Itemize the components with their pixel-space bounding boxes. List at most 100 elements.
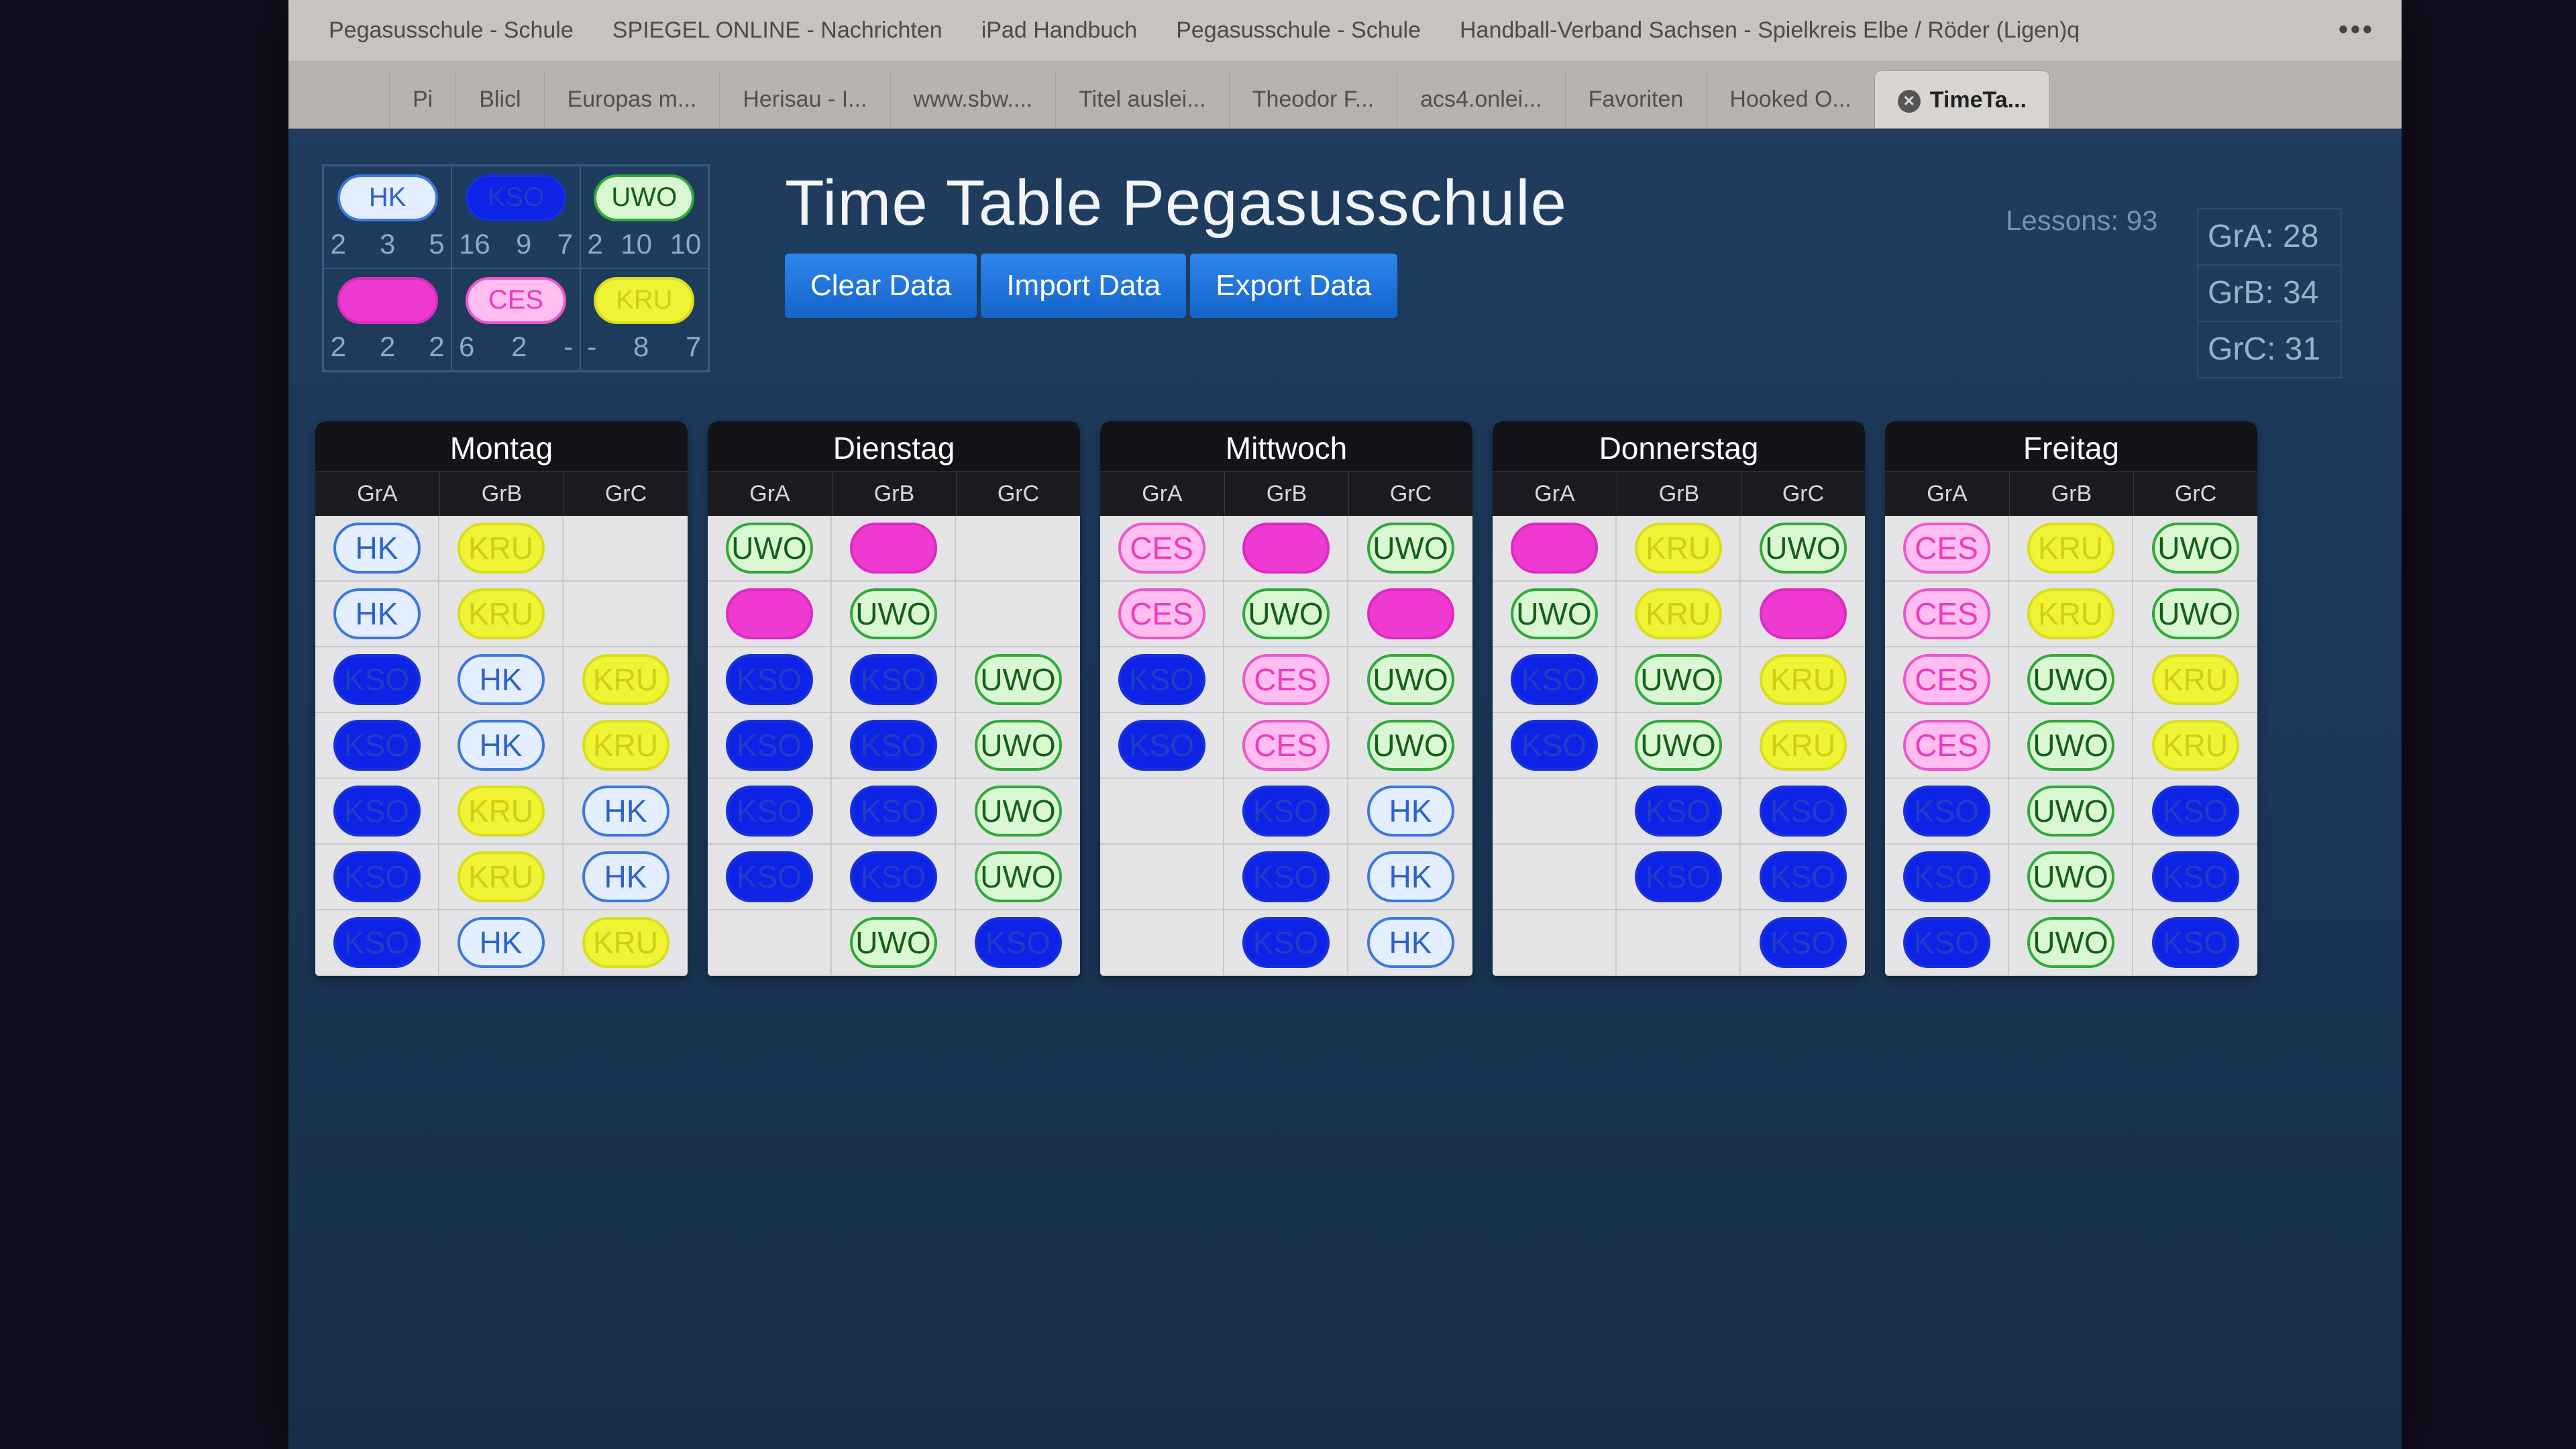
lesson-slot[interactable] [564, 582, 688, 647]
lesson-slot[interactable]: CES [1100, 516, 1224, 582]
lesson-pill[interactable]: UWO [2151, 588, 2239, 639]
browser-tab[interactable]: acs4.onlei... [1397, 70, 1564, 128]
lesson-slot[interactable]: KSO [832, 647, 956, 713]
lesson-slot[interactable]: KSO [1741, 779, 1865, 845]
lesson-pill[interactable]: UWO [2027, 786, 2114, 837]
lesson-slot[interactable]: HK [439, 647, 564, 713]
lesson-slot[interactable]: HK [315, 582, 439, 647]
legend-subject-pill[interactable]: KSO [465, 174, 566, 221]
lesson-slot[interactable]: CES [1224, 713, 1348, 779]
lesson-pill[interactable]: UWO [1366, 654, 1454, 705]
lesson-slot[interactable]: KRU [1617, 516, 1741, 582]
lesson-slot[interactable]: KSO [315, 647, 439, 713]
lesson-slot[interactable]: UWO [1348, 516, 1472, 582]
lesson-slot[interactable]: KSO [708, 647, 832, 713]
lesson-slot[interactable] [956, 582, 1080, 647]
lesson-slot[interactable]: UWO [2009, 845, 2133, 910]
lesson-pill[interactable]: KSO [849, 851, 937, 902]
lesson-pill[interactable]: KRU [457, 588, 545, 639]
lesson-slot[interactable]: CES [1885, 516, 2009, 582]
lesson-pill[interactable]: UWO [974, 851, 1062, 902]
lesson-pill[interactable]: UWO [1242, 588, 1330, 639]
lesson-slot[interactable]: KRU [564, 647, 688, 713]
bookmark-link[interactable]: iPad Handbuch [981, 17, 1138, 44]
lesson-slot[interactable]: UWO [1224, 582, 1348, 647]
legend-subject-pill[interactable]: CES [465, 276, 566, 324]
lesson-pill[interactable]: UWO [1366, 523, 1454, 574]
legend-subject-pill[interactable]: HK [337, 174, 438, 221]
lesson-slot[interactable]: KRU [1617, 582, 1741, 647]
bookmark-link[interactable]: Handball-Verband Sachsen - Spielkreis El… [1460, 17, 2080, 44]
lesson-pill[interactable] [1242, 523, 1330, 574]
lesson-slot[interactable]: UWO [2009, 647, 2133, 713]
import-data-button[interactable]: Import Data [981, 254, 1187, 318]
lesson-slot[interactable]: UWO [708, 516, 832, 582]
lesson-pill[interactable]: KSO [849, 720, 937, 771]
lesson-slot[interactable] [1100, 910, 1224, 976]
lesson-slot[interactable]: KSO [1493, 713, 1617, 779]
lesson-pill[interactable]: KRU [1759, 654, 1847, 705]
lesson-pill[interactable]: UWO [849, 588, 937, 639]
lesson-slot[interactable] [1100, 845, 1224, 910]
more-icon[interactable]: ••• [2339, 15, 2375, 45]
lesson-pill[interactable]: HK [457, 720, 545, 771]
lesson-pill[interactable]: CES [1902, 523, 1990, 574]
lesson-pill[interactable]: UWO [2027, 917, 2114, 968]
lesson-pill[interactable]: KSO [1510, 654, 1598, 705]
lesson-slot[interactable]: KRU [564, 910, 688, 976]
lesson-slot[interactable]: UWO [2009, 779, 2133, 845]
lesson-pill[interactable]: KSO [849, 786, 937, 837]
lesson-slot[interactable]: KSO [315, 910, 439, 976]
lesson-pill[interactable]: CES [1118, 523, 1205, 574]
lesson-slot[interactable]: UWO [2133, 516, 2257, 582]
browser-tab[interactable]: www.sbw.... [890, 70, 1056, 128]
lesson-slot[interactable]: KSO [708, 779, 832, 845]
lesson-slot[interactable]: UWO [2009, 910, 2133, 976]
browser-tab[interactable]: Hooked O... [1706, 70, 1874, 128]
clear-data-button[interactable]: Clear Data [785, 254, 977, 318]
lesson-slot[interactable]: CES [1885, 713, 2009, 779]
lesson-pill[interactable]: UWO [974, 786, 1062, 837]
browser-tab[interactable]: Titel auslei... [1055, 70, 1229, 128]
lesson-pill[interactable]: UWO [1366, 720, 1454, 771]
bookmark-link[interactable]: Pegasusschule - Schule [329, 17, 574, 44]
export-data-button[interactable]: Export Data [1190, 254, 1397, 318]
lesson-pill[interactable]: UWO [1634, 654, 1722, 705]
lesson-slot[interactable]: KRU [439, 845, 564, 910]
lesson-slot[interactable]: HK [439, 713, 564, 779]
lesson-slot[interactable]: KSO [1885, 779, 2009, 845]
lesson-slot[interactable]: UWO [1348, 647, 1472, 713]
legend-subject-pill[interactable]: UWO [594, 174, 695, 221]
lesson-pill[interactable]: UWO [1510, 588, 1598, 639]
lesson-pill[interactable]: HK [1366, 851, 1454, 902]
lesson-slot[interactable]: UWO [2133, 582, 2257, 647]
lesson-pill[interactable]: KSO [725, 654, 813, 705]
lesson-slot[interactable]: KRU [2133, 713, 2257, 779]
lesson-slot[interactable] [1493, 779, 1617, 845]
lesson-pill[interactable]: UWO [974, 654, 1062, 705]
lesson-slot[interactable]: KRU [2009, 516, 2133, 582]
lesson-pill[interactable]: HK [457, 917, 545, 968]
lesson-slot[interactable] [1493, 516, 1617, 582]
lesson-slot[interactable]: UWO [1741, 516, 1865, 582]
lesson-pill[interactable]: KSO [1902, 917, 1990, 968]
lesson-slot[interactable]: KRU [2133, 647, 2257, 713]
lesson-slot[interactable]: KSO [1100, 647, 1224, 713]
lesson-slot[interactable]: UWO [1348, 713, 1472, 779]
lesson-slot[interactable]: KRU [1741, 647, 1865, 713]
lesson-slot[interactable]: KSO [832, 779, 956, 845]
lesson-pill[interactable]: KSO [1902, 786, 1990, 837]
lesson-slot[interactable]: KRU [439, 582, 564, 647]
lesson-pill[interactable]: KRU [1759, 720, 1847, 771]
lesson-pill[interactable]: KRU [2027, 523, 2114, 574]
lesson-pill[interactable]: KSO [2151, 786, 2239, 837]
lesson-pill[interactable]: KSO [1118, 720, 1205, 771]
lesson-slot[interactable]: KSO [1224, 845, 1348, 910]
lesson-slot[interactable]: KRU [2009, 582, 2133, 647]
lesson-pill[interactable]: UWO [1634, 720, 1722, 771]
lesson-pill[interactable]: CES [1242, 720, 1330, 771]
lesson-pill[interactable]: KSO [1759, 786, 1847, 837]
lesson-slot[interactable]: KSO [1224, 779, 1348, 845]
lesson-pill[interactable]: KRU [457, 851, 545, 902]
lesson-slot[interactable] [1100, 779, 1224, 845]
